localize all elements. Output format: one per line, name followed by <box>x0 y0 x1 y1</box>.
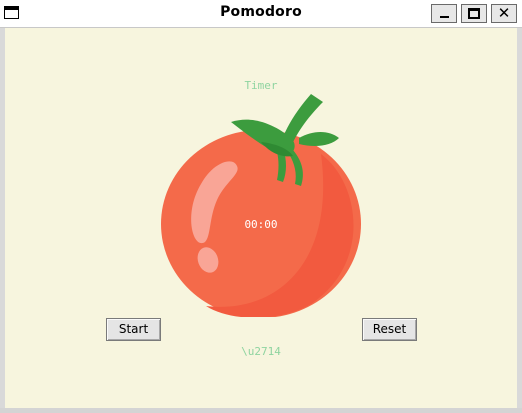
maximize-button[interactable] <box>461 4 487 23</box>
minimize-button[interactable] <box>431 4 457 23</box>
tomato-image <box>161 94 361 317</box>
close-icon: ✕ <box>497 4 511 22</box>
title-bar[interactable]: Pomodoro ✕ <box>0 0 522 28</box>
close-button[interactable]: ✕ <box>491 4 517 23</box>
maximize-icon <box>468 8 480 19</box>
minimize-icon <box>440 16 449 18</box>
completed-sessions-label: \u2714 <box>241 345 281 358</box>
app-window: Pomodoro ✕ Timer 00:00 Start Reset \u271… <box>0 0 522 413</box>
timer-display: 00:00 <box>244 218 278 231</box>
main-canvas: Timer 00:00 Start Reset \u2714 <box>5 28 517 408</box>
reset-button[interactable]: Reset <box>362 318 417 341</box>
timer-label: Timer <box>244 79 278 92</box>
start-button[interactable]: Start <box>106 318 161 341</box>
window-bottom-border <box>0 408 522 413</box>
